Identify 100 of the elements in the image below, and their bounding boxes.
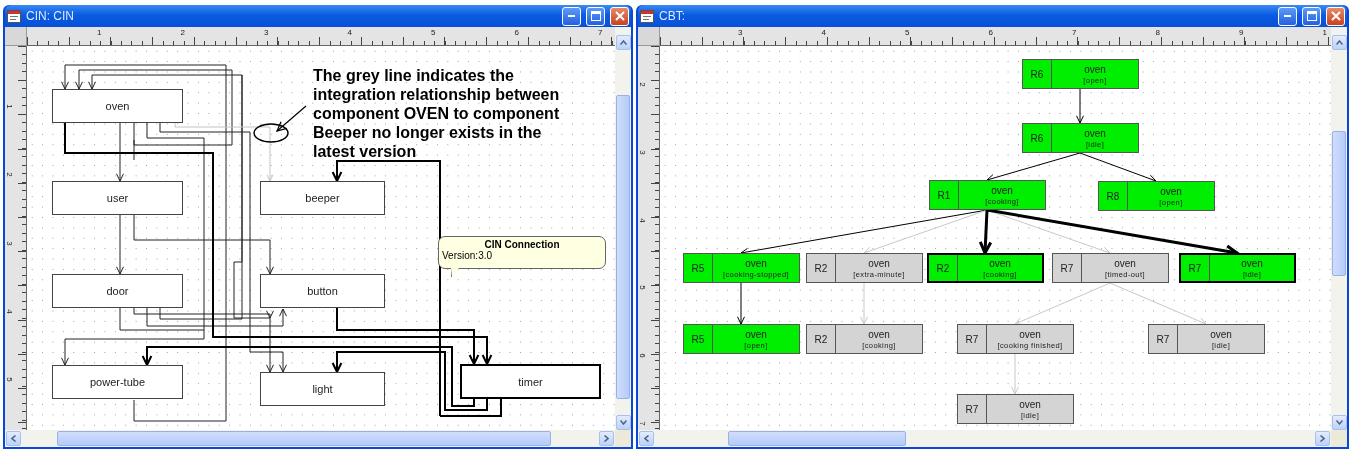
vertical-scrollbar[interactable] <box>1331 27 1347 430</box>
component-box: user <box>52 181 183 215</box>
ruler-number: 2 <box>180 28 185 37</box>
scroll-down-button[interactable] <box>615 415 631 430</box>
ruler-number: 3 <box>638 150 647 155</box>
ruler-number: 8 <box>1155 28 1160 37</box>
ruler-number: 9 <box>1239 28 1244 37</box>
ruler-number: 3 <box>738 28 743 37</box>
window-title: CBT: <box>659 9 686 23</box>
rule-label: R7 <box>1149 325 1178 353</box>
component-box: oven <box>52 89 183 123</box>
component-label: oven <box>1084 63 1106 75</box>
document-icon <box>7 9 21 23</box>
ruler-number: 7 <box>638 421 647 426</box>
scrollbar-thumb[interactable] <box>1332 131 1346 276</box>
annotation-text: The grey line indicates the integration relationship between component OVEN to component Beeper no longer exists in the latest version <box>313 66 561 161</box>
component-label: oven <box>745 257 767 269</box>
component-label: oven <box>868 257 890 269</box>
component-box: beeper <box>260 181 385 215</box>
ruler-number: 2 <box>638 82 647 87</box>
component-box: timer <box>460 364 601 399</box>
ruler-number: 4 <box>5 309 14 314</box>
maximize-button[interactable] <box>1302 6 1321 26</box>
chevron-down-icon <box>1335 420 1343 425</box>
minimize-button[interactable] <box>1278 6 1297 26</box>
rule-label: R7 <box>1181 255 1210 281</box>
ruler-number: 1 <box>5 104 14 109</box>
rule-label: R7 <box>958 325 987 353</box>
ruler-number: 1 <box>97 28 102 37</box>
scroll-up-button[interactable] <box>1331 35 1347 50</box>
component-label: oven <box>745 328 767 340</box>
rule-label: R1 <box>930 181 959 209</box>
component-label: oven <box>989 257 1011 269</box>
minimize-icon <box>567 14 576 18</box>
ruler-number: 3 <box>5 240 14 246</box>
scrollbar-thumb[interactable] <box>57 431 552 446</box>
component-box: light <box>260 372 385 406</box>
ruler-number: 2 <box>5 172 14 177</box>
ruler-number: 6 <box>514 28 519 37</box>
scrollbar-thumb[interactable] <box>616 95 630 399</box>
rule-label: R2 <box>807 325 836 353</box>
component-label: oven <box>1019 328 1041 340</box>
ruler-number: 6 <box>638 353 647 358</box>
close-icon <box>1330 11 1341 21</box>
rule-label: R8 <box>1099 182 1128 210</box>
component-box: power-tube <box>52 365 183 399</box>
ruler-number: 5 <box>5 377 14 382</box>
rule-label: R7 <box>1053 254 1082 282</box>
tooltip-text: Version:3.0 <box>442 250 494 261</box>
component-label: oven <box>1210 328 1232 340</box>
chevron-left-icon <box>644 435 649 442</box>
scroll-left-button[interactable] <box>639 431 654 446</box>
rule-label: R2 <box>929 255 958 281</box>
rule-label: R5 <box>684 254 713 282</box>
ruler-number: 5 <box>638 285 647 291</box>
component-label: oven <box>868 328 890 340</box>
callout-drawing <box>253 105 307 143</box>
chevron-right-icon <box>1320 435 1325 442</box>
horizontal-scrollbar[interactable] <box>638 430 1331 447</box>
maximize-icon <box>1306 11 1317 21</box>
chevron-down-icon <box>619 420 627 425</box>
chevron-left-icon <box>11 435 16 442</box>
ruler-number: 4 <box>638 217 647 223</box>
scroll-down-button[interactable] <box>1331 415 1347 430</box>
vertical-scrollbar[interactable] <box>615 27 631 430</box>
component-box: door <box>52 274 183 308</box>
minimize-icon <box>1283 14 1292 18</box>
rule-label: R5 <box>684 325 713 353</box>
horizontal-scrollbar[interactable] <box>5 430 615 447</box>
rule-label: R6 <box>1023 60 1052 88</box>
maximize-icon <box>590 11 601 21</box>
component-label: oven <box>1084 127 1106 139</box>
window-title: CIN: CIN <box>26 9 75 23</box>
minimize-button[interactable] <box>562 6 581 26</box>
scroll-right-button[interactable] <box>1315 431 1330 446</box>
ruler-number: 4 <box>347 28 352 37</box>
component-box: button <box>260 274 385 308</box>
close-icon <box>614 11 625 21</box>
document-icon <box>640 9 654 23</box>
ruler-number: 1 <box>1322 28 1327 37</box>
chevron-right-icon <box>604 435 609 442</box>
component-label: oven <box>991 184 1013 196</box>
close-button[interactable] <box>1326 6 1345 26</box>
ruler-number: 5 <box>431 28 436 37</box>
rule-label: R6 <box>1023 124 1052 152</box>
tooltip-title: CIN Connection <box>483 239 561 250</box>
scroll-up-button[interactable] <box>615 35 631 50</box>
maximize-button[interactable] <box>586 6 605 26</box>
component-label: oven <box>1019 398 1041 410</box>
scroll-right-button[interactable] <box>599 431 614 446</box>
close-button[interactable] <box>610 6 629 26</box>
scroll-left-button[interactable] <box>6 431 21 446</box>
ruler-number: 4 <box>821 28 826 37</box>
chevron-up-icon <box>1335 40 1343 45</box>
ruler-number: 6 <box>988 28 993 37</box>
chevron-up-icon <box>619 40 627 45</box>
ruler-number: 5 <box>905 28 910 37</box>
rule-label: R7 <box>958 395 987 423</box>
rule-label: R2 <box>807 254 836 282</box>
scrollbar-thumb[interactable] <box>728 431 906 446</box>
